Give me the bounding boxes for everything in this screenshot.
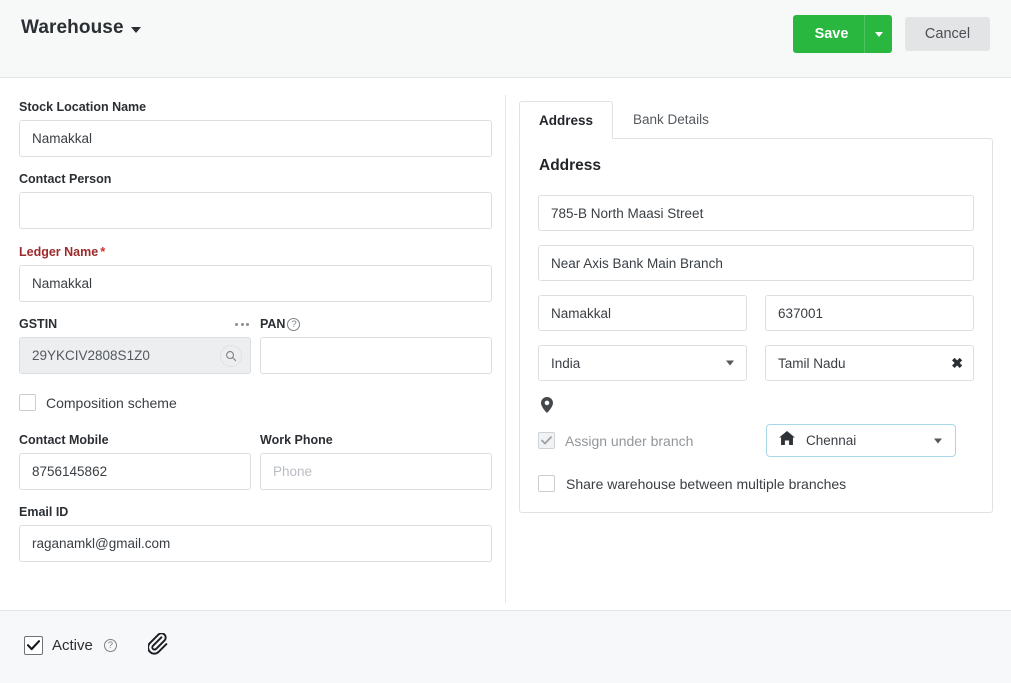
ledger-name-field: Ledger Name *	[19, 244, 492, 302]
phone-row: Contact Mobile Work Phone	[19, 433, 492, 490]
country-select-wrap	[538, 345, 747, 381]
state-select-wrap: ✖	[765, 345, 974, 381]
panel-tabs: Address Bank Details	[519, 100, 993, 139]
active-toggle-group[interactable]: Active ?	[24, 635, 117, 655]
gstin-label-row: GSTIN	[19, 317, 251, 331]
active-checkbox[interactable]	[24, 635, 43, 655]
map-pin-row	[541, 397, 974, 418]
stock-location-label: Stock Location Name	[19, 100, 147, 114]
address-panel: Address ✖	[519, 138, 993, 513]
gstin-input[interactable]	[19, 337, 251, 374]
branch-select-label: Chennai	[806, 433, 857, 448]
work-phone-input[interactable]	[260, 453, 492, 490]
paperclip-icon[interactable]	[147, 633, 170, 657]
stock-location-field: Stock Location Name	[19, 100, 492, 157]
address-line1-input[interactable]	[538, 195, 974, 231]
save-button-label: Save	[814, 26, 849, 42]
email-field: Email ID	[19, 505, 492, 562]
tab-bank-details[interactable]: Bank Details	[613, 100, 729, 138]
gstin-input-wrap	[19, 337, 251, 374]
contact-person-field: Contact Person	[19, 172, 492, 229]
help-circle-icon[interactable]: ?	[103, 638, 117, 652]
share-warehouse-row[interactable]: Share warehouse between multiple branche…	[538, 475, 974, 492]
map-pin-icon	[541, 397, 553, 417]
share-warehouse-checkbox[interactable]	[538, 475, 555, 492]
ellipsis-icon[interactable]	[233, 320, 251, 329]
save-dropdown-toggle[interactable]	[864, 15, 892, 53]
pan-label-text: PAN	[260, 317, 286, 331]
column-divider	[505, 95, 506, 603]
contact-mobile-input[interactable]	[19, 453, 251, 490]
chevron-down-icon	[874, 31, 883, 37]
active-label: Active	[52, 636, 93, 654]
gstin-label: GSTIN	[19, 317, 58, 331]
close-icon[interactable]: ✖	[951, 356, 963, 370]
pan-input[interactable]	[260, 337, 492, 374]
home-icon	[779, 431, 795, 450]
pincode-input[interactable]	[765, 295, 974, 331]
chevron-down-icon	[130, 27, 141, 33]
help-circle-icon[interactable]: ?	[287, 317, 301, 331]
gstin-field: GSTIN	[19, 317, 251, 374]
share-warehouse-label: Share warehouse between multiple branche…	[566, 475, 847, 492]
ledger-name-input[interactable]	[19, 265, 492, 302]
assign-branch-row: Assign under branch Chennai	[538, 424, 974, 457]
required-asterisk: *	[100, 244, 106, 259]
country-state-row: ✖	[538, 345, 974, 381]
cancel-button[interactable]: Cancel	[905, 17, 990, 51]
ledger-name-label-text: Ledger Name	[19, 244, 99, 259]
email-input[interactable]	[19, 525, 492, 562]
stock-location-input[interactable]	[19, 120, 492, 157]
email-label: Email ID	[19, 505, 69, 519]
left-form-column: Stock Location Name Contact Person Ledge…	[19, 100, 492, 562]
country-select[interactable]	[538, 345, 747, 381]
form-body: Stock Location Name Contact Person Ledge…	[0, 78, 1011, 610]
pan-label: PAN ?	[260, 317, 492, 331]
page-title-dropdown[interactable]: Warehouse	[21, 17, 141, 39]
assign-branch-label: Assign under branch	[565, 432, 694, 449]
composition-scheme-checkbox[interactable]	[19, 394, 36, 411]
save-button[interactable]: Save	[793, 15, 892, 53]
assign-branch-checkbox-group[interactable]: Assign under branch	[538, 432, 766, 449]
footer-content: Active ?	[24, 633, 170, 657]
pan-field: PAN ?	[260, 317, 492, 374]
ledger-name-label: Ledger Name *	[19, 244, 492, 259]
tab-address[interactable]: Address	[519, 101, 614, 139]
chevron-down-icon	[934, 438, 942, 443]
warehouse-form-page: Warehouse Save Cancel Stock Location Nam…	[0, 0, 1011, 683]
assign-branch-checkbox	[538, 432, 555, 449]
branch-select[interactable]: Chennai	[766, 424, 956, 457]
page-title: Warehouse	[21, 17, 124, 38]
composition-scheme-label: Composition scheme	[46, 394, 177, 411]
page-footer: Active ?	[0, 610, 1011, 683]
work-phone-label: Work Phone	[260, 433, 333, 447]
contact-person-input[interactable]	[19, 192, 492, 229]
city-input[interactable]	[538, 295, 747, 331]
city-pincode-row	[538, 295, 974, 331]
contact-person-label: Contact Person	[19, 172, 112, 186]
work-phone-field: Work Phone	[260, 433, 492, 490]
composition-scheme-row[interactable]: Composition scheme	[19, 394, 492, 411]
page-header: Warehouse Save Cancel	[0, 0, 1011, 78]
gstin-pan-row: GSTIN PAN ?	[19, 317, 492, 374]
search-icon[interactable]	[220, 344, 242, 367]
state-select[interactable]	[765, 345, 974, 381]
address-line2-input[interactable]	[538, 245, 974, 281]
contact-mobile-field: Contact Mobile	[19, 433, 251, 490]
address-section-title: Address	[539, 157, 602, 174]
right-panel-column: Address Bank Details Address 785-B North…	[519, 100, 993, 513]
contact-mobile-label: Contact Mobile	[19, 433, 109, 447]
